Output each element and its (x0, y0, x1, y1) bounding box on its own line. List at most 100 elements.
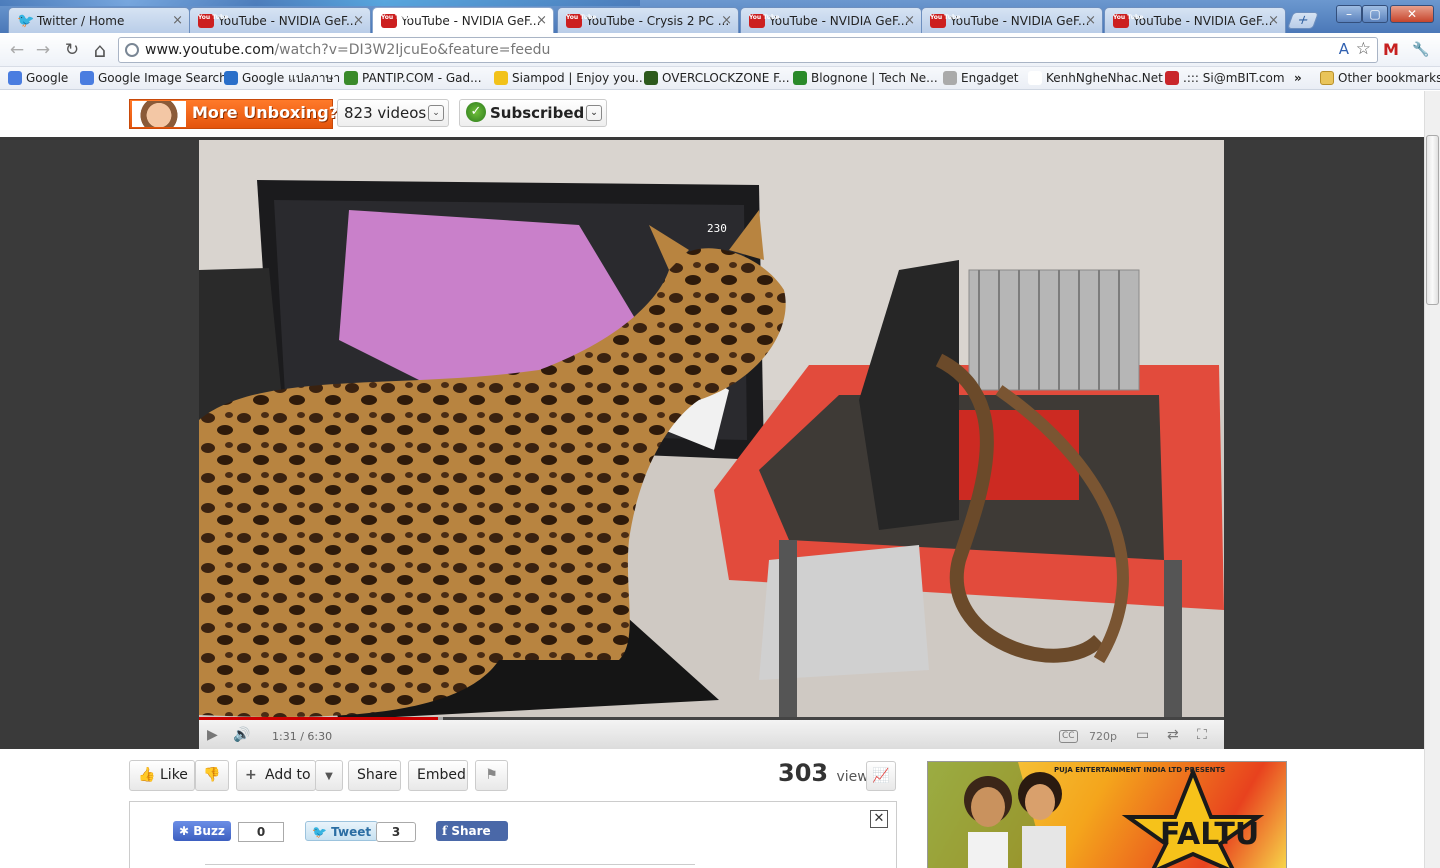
fullscreen-icon[interactable]: ⛶ (1197, 727, 1207, 743)
videos-count-dropdown[interactable]: 823 videos ⌄ (337, 99, 449, 127)
ad-title: FALTU (1160, 817, 1259, 852)
wrench-icon[interactable]: 🔧 (1412, 40, 1429, 60)
tab-4[interactable]: You Tube YouTube - Crysis 2 PC ... × (557, 7, 739, 33)
bookmark-item[interactable]: Google แปลภาษา (224, 67, 340, 89)
scrollbar-thumb[interactable] (1426, 135, 1439, 305)
banner-text: More Unboxing? (192, 103, 338, 122)
tab-close-icon[interactable]: × (721, 8, 732, 33)
tab-close-icon[interactable]: × (1268, 8, 1279, 33)
blank-icon (1028, 71, 1042, 85)
browser-toolbar: ← → ↻ ⌂ www.youtube.com/watch?v=DI3W2Ijc… (0, 33, 1440, 67)
bookmark-item[interactable]: Siampod | Enjoy you... (494, 67, 647, 89)
close-window-button[interactable]: ✕ (1390, 5, 1434, 23)
movie-ad-banner[interactable]: PUJA ENTERTAINMENT INDIA LTD PRESENTS FA… (927, 761, 1287, 868)
back-button[interactable]: ← (6, 39, 28, 61)
tab-3[interactable]: You Tube YouTube - NVIDIA GeF... × (372, 7, 554, 33)
player-controls: ▶ 🔊 1:31 / 6:30 CC 720p ▭ ⇄ ⛶ (199, 717, 1224, 749)
new-tab-button[interactable]: + (1286, 12, 1320, 29)
chevron-down-icon: ⌄ (586, 105, 602, 121)
volume-icon[interactable]: 🔊 (233, 727, 250, 743)
popout-icon[interactable]: ▭ (1136, 727, 1149, 743)
maximize-button[interactable]: ▢ (1362, 5, 1388, 23)
vertical-scrollbar[interactable] (1424, 91, 1440, 868)
tweet-button[interactable]: 🐦 Tweet (305, 821, 379, 841)
more-unboxing-banner[interactable]: More Unboxing? (129, 99, 338, 129)
share-panel: ✕ ✱ Buzz 0 🐦 Tweet 3 f Share (129, 801, 897, 868)
tab-close-icon[interactable]: × (172, 8, 183, 33)
tab-5[interactable]: You Tube YouTube - NVIDIA GeF... × (740, 7, 922, 33)
tab-7[interactable]: You Tube YouTube - NVIDIA GeF... × (1104, 7, 1286, 33)
chart-icon: 📈 (872, 768, 890, 784)
youtube-icon: You Tube (1113, 14, 1143, 28)
flag-button[interactable]: ⚑ (475, 760, 508, 791)
page-content: More Unboxing? 823 videos ⌄ ✓ Subscribed … (0, 91, 1424, 868)
home-button[interactable]: ⌂ (89, 39, 111, 61)
diamond-icon (644, 71, 658, 85)
tab-close-icon[interactable]: × (1085, 8, 1096, 33)
bookmark-item[interactable]: Engadget (943, 67, 1018, 89)
bookmark-label: Google แปลภาษา (242, 71, 341, 85)
bookmark-label: Google (26, 71, 69, 85)
expand-icon[interactable]: ⇄ (1167, 727, 1179, 743)
tab-title: YouTube - Crysis 2 PC ... (586, 14, 730, 28)
tab-6[interactable]: You Tube YouTube - NVIDIA GeF... × (921, 7, 1103, 33)
bookmarks-overflow-chevron[interactable]: » (1294, 67, 1302, 89)
stats-button[interactable]: 📈 (866, 761, 896, 791)
globe-icon (125, 43, 139, 57)
gmail-icon[interactable]: M (1383, 40, 1399, 60)
quality-selector[interactable]: 720p (1089, 730, 1117, 743)
forward-button[interactable]: → (32, 39, 54, 61)
bookmark-item[interactable]: .::: Si@mBIT.com (1165, 67, 1285, 89)
bookmark-item[interactable]: Blognone | Tech Ne... (793, 67, 938, 89)
tab-close-icon[interactable]: × (353, 8, 364, 33)
play-icon[interactable]: ▶ (207, 727, 218, 743)
translate-icon[interactable]: A (1339, 40, 1349, 58)
tab-2[interactable]: You Tube YouTube - NVIDIA GeF... × (189, 7, 371, 33)
facebook-share-button[interactable]: f Share (436, 821, 508, 841)
bookmark-label: Engadget (961, 71, 1019, 85)
close-icon[interactable]: ✕ (870, 810, 888, 828)
buzz-button[interactable]: ✱ Buzz (173, 821, 231, 841)
tab-close-icon[interactable]: × (536, 8, 547, 33)
tab-strip: 🐦 Twitter / Home × You Tube YouTube - NVIDIA… (0, 0, 1440, 33)
bookmark-star-icon[interactable]: ☆ (1356, 39, 1371, 59)
bookmark-item[interactable]: PANTIP.COM - Gad... (344, 67, 482, 89)
video-frame[interactable]: 230 (199, 140, 1224, 720)
address-bar[interactable]: www.youtube.com/watch?v=DI3W2IjcuEo&feat… (118, 37, 1378, 63)
minimize-button[interactable]: – (1336, 5, 1362, 23)
share-button[interactable]: Share (348, 760, 401, 791)
bookmark-item[interactable]: KenhNgheNhac.Net (1028, 67, 1163, 89)
tab-title: YouTube - NVIDIA GeF... (769, 14, 909, 28)
captions-icon[interactable]: CC (1059, 730, 1078, 743)
add-to-dropdown[interactable]: ▼ (315, 760, 343, 791)
bookmark-item[interactable]: Google (8, 67, 68, 89)
tab-title: YouTube - NVIDIA GeF... (401, 14, 541, 28)
twitter-bird-icon: 🐦 (312, 825, 327, 839)
bookmark-label: PANTIP.COM - Gad... (362, 71, 482, 85)
other-bookmarks[interactable]: Other bookmarks (1320, 67, 1440, 89)
bookmark-item[interactable]: Google Image Search (80, 67, 227, 89)
chevron-down-icon: ⌄ (428, 105, 444, 121)
add-to-button[interactable]: + Add to (236, 760, 316, 791)
translate-icon (224, 71, 238, 85)
tab-1[interactable]: 🐦 Twitter / Home × (8, 7, 190, 33)
reload-button[interactable]: ↻ (61, 39, 83, 61)
youtube-icon: You Tube (566, 14, 596, 28)
embed-button[interactable]: Embed (408, 760, 468, 791)
siampod-icon (494, 71, 508, 85)
bookmark-label: Google Image Search (98, 71, 227, 85)
tab-close-icon[interactable]: × (904, 8, 915, 33)
taskbar-remnant (0, 0, 640, 6)
google-icon (80, 71, 94, 85)
thai-flag-icon (1165, 71, 1179, 85)
youtube-icon: You Tube (381, 14, 411, 28)
bookmark-label: Siampod | Enjoy you... (512, 71, 647, 85)
dislike-button[interactable]: 👎 (195, 760, 229, 791)
channel-bar: More Unboxing? 823 videos ⌄ ✓ Subscribed … (0, 91, 1424, 137)
divider (205, 864, 695, 865)
like-button[interactable]: 👍 Like (129, 760, 195, 791)
subscribed-button[interactable]: ✓ Subscribed ⌄ (459, 99, 607, 127)
address-url[interactable]: www.youtube.com/watch?v=DI3W2IjcuEo&feat… (145, 38, 550, 62)
bookmark-item[interactable]: OVERCLOCKZONE F... (644, 67, 790, 89)
progress-bar[interactable] (199, 717, 438, 720)
